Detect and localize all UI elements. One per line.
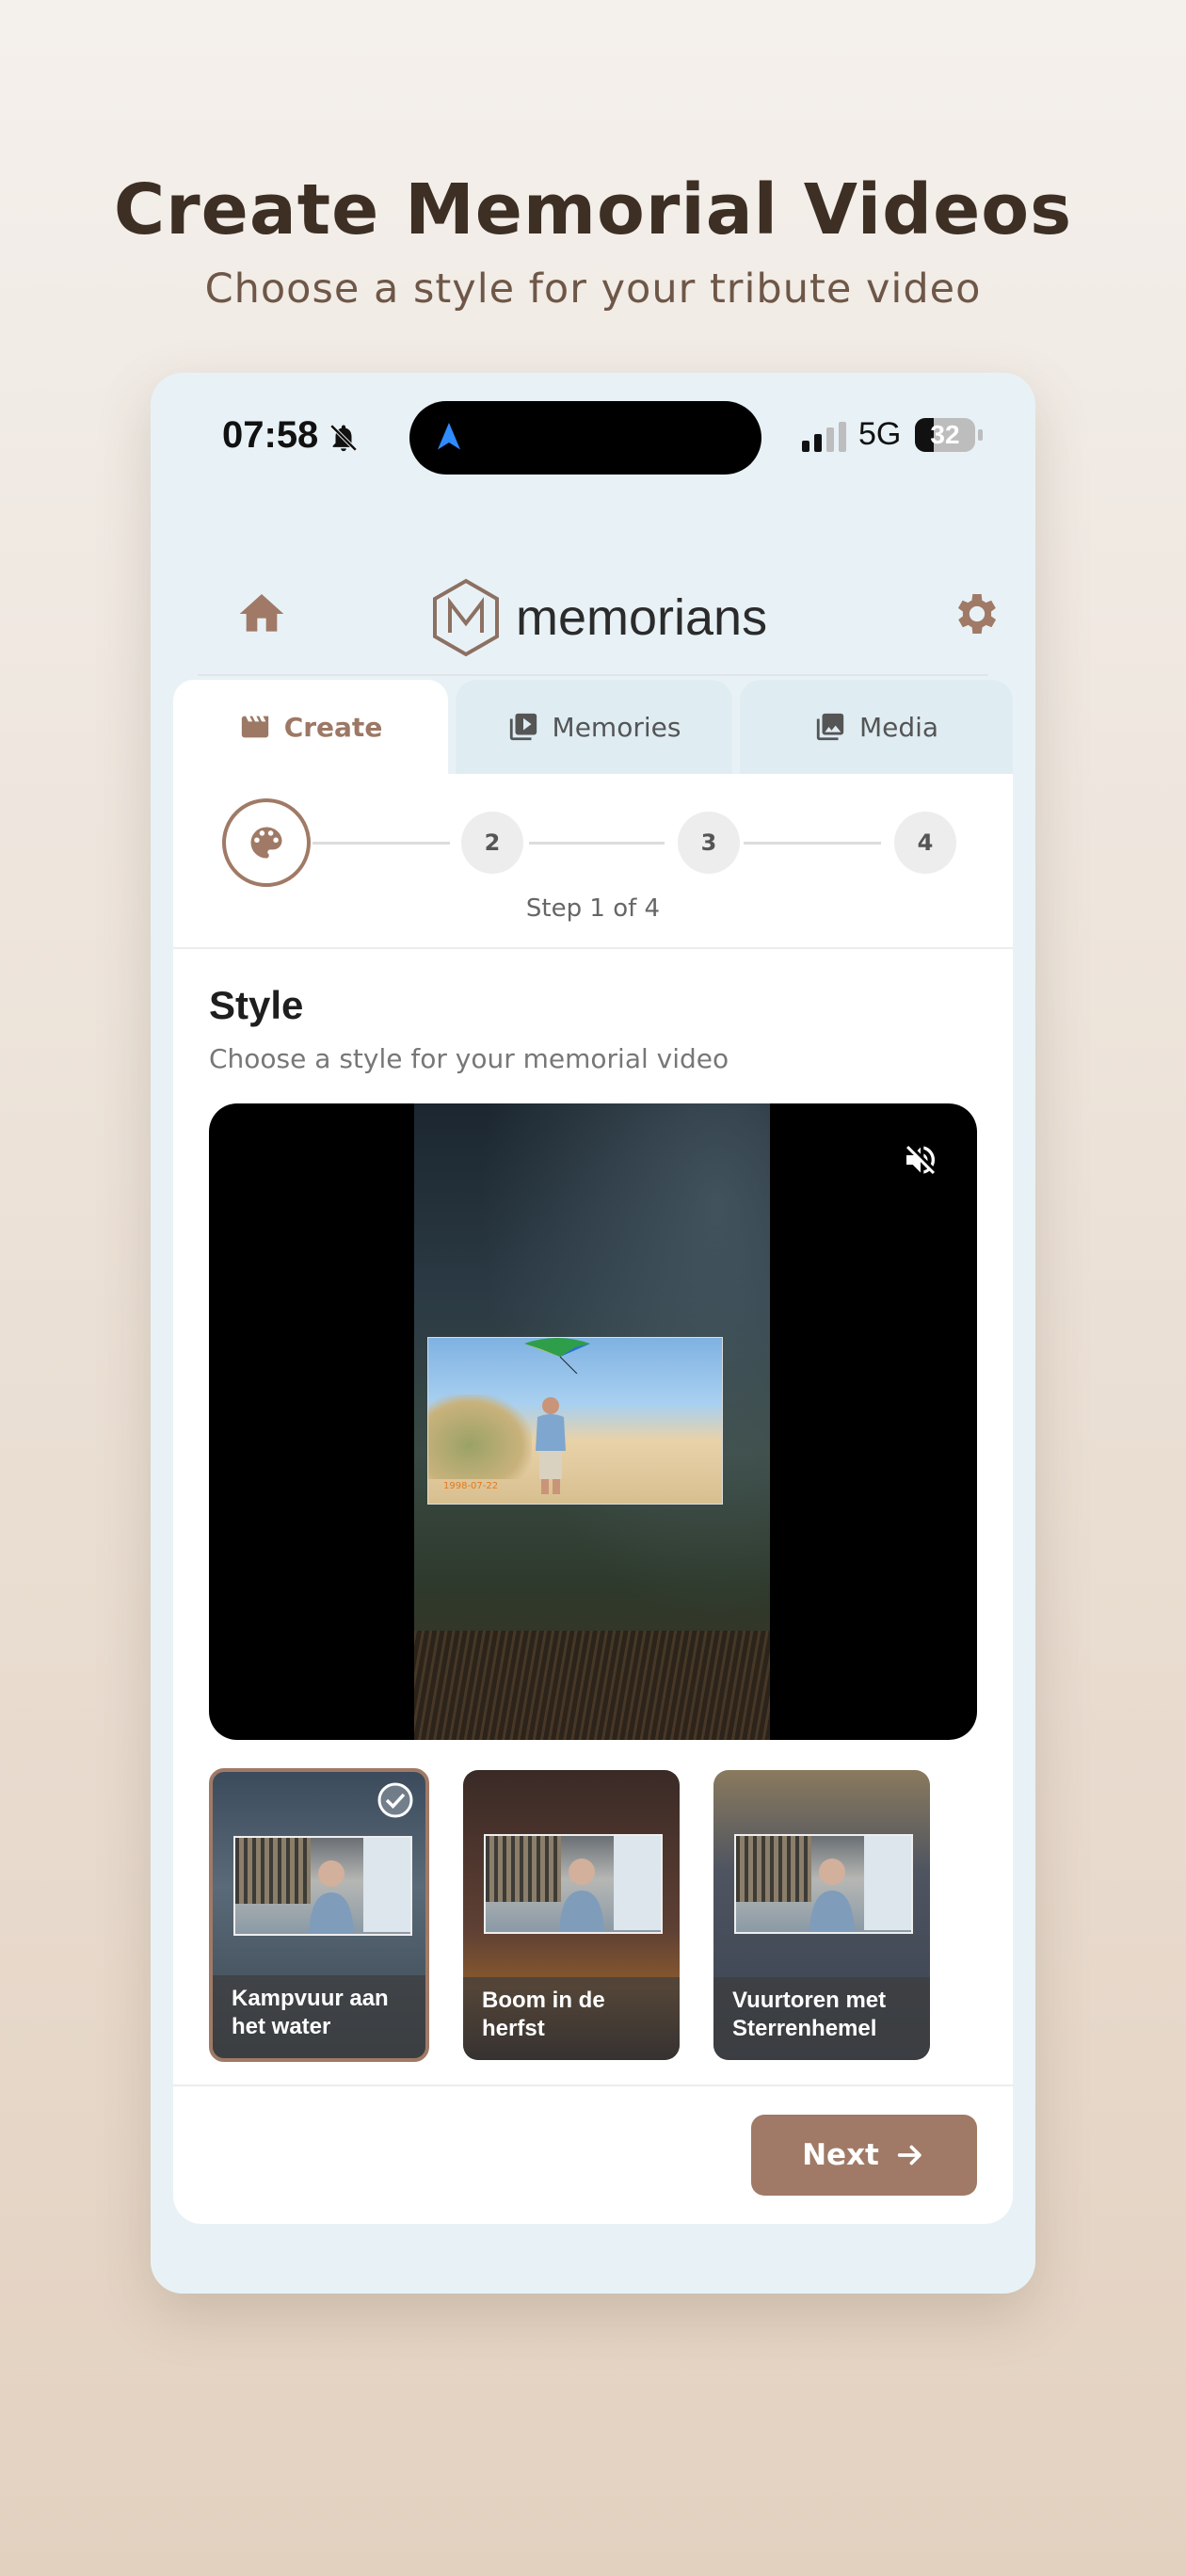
photo-library-icon — [816, 713, 844, 741]
person-figure — [536, 1397, 566, 1494]
battery-level: 32 — [930, 420, 960, 449]
status-time: 07:58 — [222, 414, 319, 456]
arrow-right-icon — [897, 2145, 922, 2165]
battery-tip — [978, 429, 983, 441]
style-label-bg: Kampvuur aan het water — [213, 1975, 425, 2058]
navigation-arrow-icon — [438, 423, 460, 450]
logo-text: memorians — [516, 589, 768, 646]
bell-slash-icon — [329, 424, 358, 452]
network-type: 5G — [858, 416, 902, 452]
style-card-vuurtoren[interactable]: Vuurtoren met Sterrenhemel — [713, 1770, 930, 2060]
thumb-window — [614, 1836, 661, 1930]
kite-graphic — [524, 1338, 590, 1374]
memorians-logo: memorians — [431, 578, 768, 657]
thumb-shelf — [235, 1838, 311, 1904]
style-card-boom[interactable]: Boom in de herfst — [463, 1770, 680, 2060]
next-button-label: Next — [802, 2138, 879, 2172]
step-connector — [529, 842, 665, 845]
gear-icon[interactable] — [951, 588, 1003, 640]
content-card: 2 3 4 Step 1 of 4 Style Choose a style f… — [173, 774, 1013, 2224]
style-name: Kampvuur aan het water — [232, 1986, 389, 2039]
video-library-icon — [509, 713, 537, 741]
photo-dune — [428, 1394, 532, 1479]
style-thumbnail — [484, 1834, 663, 1934]
palette-icon — [250, 827, 282, 859]
section-title: Style — [209, 983, 304, 1027]
video-grass — [414, 1631, 770, 1740]
thumb-shelf — [736, 1836, 811, 1902]
style-carousel: Kampvuur aan het water Boom in de herfst — [209, 1768, 977, 2066]
tab-memories-label: Memories — [552, 711, 681, 743]
step-connector — [744, 842, 881, 845]
person-figure — [309, 1860, 354, 1934]
tab-create-label: Create — [283, 711, 383, 743]
video-preview[interactable]: 1998-07-22 — [209, 1103, 977, 1740]
clapperboard-icon — [241, 716, 268, 738]
card-footer: Next — [173, 2085, 1013, 2226]
app-header: memorians — [198, 542, 997, 676]
photo-date-stamp: 1998-07-22 — [443, 1481, 499, 1491]
home-icon[interactable] — [235, 588, 288, 640]
tab-media[interactable]: Media — [740, 680, 1013, 774]
style-name: Boom in de herfst — [482, 1988, 605, 2041]
thumb-window — [864, 1836, 911, 1930]
tab-media-label: Media — [858, 711, 939, 743]
dynamic-island — [409, 401, 761, 475]
logo-mark-icon — [433, 578, 499, 657]
section-subtitle: Choose a style for your memorial video — [209, 1043, 729, 1074]
style-label-bg: Boom in de herfst — [463, 1977, 680, 2060]
tab-bar: Create Memories Media — [173, 680, 1013, 774]
style-label-bg: Vuurtoren met Sterrenhemel — [713, 1977, 930, 2060]
status-bar: 07:58 5G 32 — [151, 401, 1035, 476]
person-figure — [809, 1859, 855, 1932]
step-caption: Step 1 of 4 — [525, 894, 661, 923]
battery-icon: 32 — [915, 418, 975, 452]
tab-create[interactable]: Create — [173, 680, 448, 774]
style-name: Vuurtoren met Sterrenhemel — [732, 1988, 887, 2041]
check-circle-icon — [377, 1782, 413, 1818]
hero-subtitle: Choose a style for your tribute video — [204, 266, 982, 313]
style-thumbnail — [233, 1836, 412, 1936]
style-thumbnail — [734, 1834, 913, 1934]
step-4[interactable]: 4 — [894, 812, 956, 874]
tab-memories[interactable]: Memories — [456, 680, 732, 774]
thumb-shelf — [486, 1836, 561, 1902]
next-button[interactable]: Next — [751, 2115, 977, 2196]
thumb-window — [363, 1838, 410, 1932]
stepper: 2 3 4 Step 1 of 4 — [173, 774, 1013, 949]
style-card-kampvuur[interactable]: Kampvuur aan het water — [209, 1768, 429, 2062]
hero: Create Memorial Videos Choose a style fo… — [0, 168, 1186, 313]
person-figure — [559, 1859, 604, 1932]
step-1[interactable] — [222, 798, 311, 887]
volume-mute-icon[interactable] — [902, 1141, 939, 1179]
step-2[interactable]: 2 — [461, 812, 523, 874]
step-connector — [313, 842, 450, 845]
hero-title: Create Memorial Videos — [113, 169, 1073, 250]
signal-icon — [802, 422, 846, 452]
video-photo: 1998-07-22 — [427, 1337, 723, 1505]
phone-frame: 07:58 5G 32 memorians Create Memories Me… — [151, 373, 1035, 2294]
step-3[interactable]: 3 — [678, 812, 740, 874]
